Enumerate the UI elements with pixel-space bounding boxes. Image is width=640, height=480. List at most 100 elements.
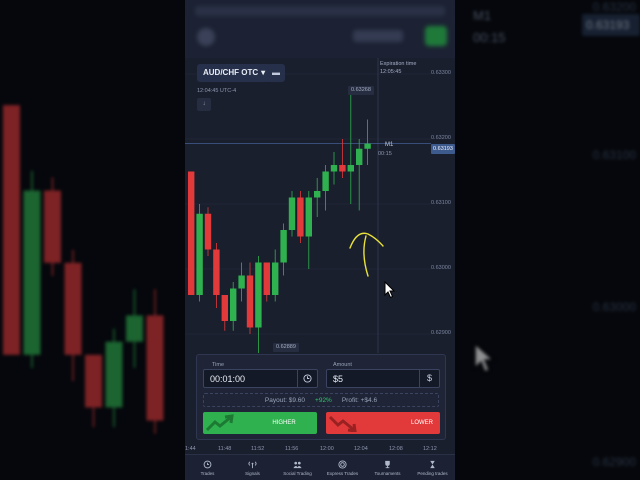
history-icon	[203, 460, 212, 468]
avatar[interactable]	[197, 28, 215, 46]
background-candle-body	[126, 315, 143, 342]
x-tick: 12:04	[354, 446, 368, 452]
candle-body	[322, 171, 329, 191]
nav-label: Trades	[200, 470, 215, 476]
background-candle-body	[105, 341, 123, 408]
candle-body	[238, 275, 245, 289]
candle-body	[221, 295, 228, 321]
hourglass-icon	[430, 460, 435, 468]
payout-text: Payout: $9.60	[264, 396, 306, 404]
nav-label: Express Trades	[326, 470, 359, 476]
x-tick: 11:52	[251, 446, 265, 452]
high-marker: 0.63268	[348, 86, 374, 95]
top-bar	[185, 0, 455, 58]
chevron-down-icon: ▾	[261, 68, 266, 77]
time-input[interactable]: 00:01:00	[203, 369, 318, 388]
profit-text: Profit: +$4.6	[341, 396, 378, 404]
candle-body	[297, 197, 304, 237]
deposit-button[interactable]	[425, 26, 447, 46]
asset-selector[interactable]: AUD/CHF OTC ▾	[197, 64, 272, 82]
candle-body	[272, 262, 279, 295]
candle-body	[204, 213, 212, 250]
background-timeframe: M1	[473, 8, 492, 23]
chart-clock: 12:04:45 UTC-4	[197, 88, 237, 94]
nav-trades[interactable]: Trades	[185, 455, 230, 480]
time-label: Time	[212, 362, 225, 368]
candle-body	[347, 165, 354, 172]
nav-pending-trades[interactable]: Pending trades	[410, 455, 455, 480]
amount-label: Amount	[333, 362, 352, 368]
x-tick: 12:08	[389, 446, 403, 452]
y-tick: 0.62900	[431, 330, 451, 336]
candle-body	[314, 191, 321, 198]
background-candle-body	[85, 354, 102, 408]
mouse-cursor-icon	[384, 281, 396, 299]
trade-panel: Time 00:01:00 Amount $5 $ Payout: $9.60 …	[196, 354, 446, 440]
candle-body	[230, 288, 237, 321]
candle-body	[288, 197, 296, 230]
screen: M1 00:15 0.63193 0.63200 0.63100 0.63000…	[0, 0, 640, 480]
higher-label: HIGHER	[272, 420, 296, 426]
background-y-tick: 0.63200	[592, 0, 636, 14]
candle-body	[356, 148, 363, 165]
bottom-nav: Trades Signals Social Trading Express Tr…	[185, 454, 455, 480]
x-tick: 11:56	[285, 446, 299, 452]
x-tick: 12:12	[423, 446, 437, 452]
background-y-tick: 0.63000	[592, 300, 636, 314]
nav-tournaments[interactable]: Tournaments	[365, 455, 410, 480]
background-current-price: 0.63193	[582, 14, 640, 36]
background-y-tick: 0.63100	[592, 148, 636, 162]
candle-body	[196, 213, 203, 295]
y-tick: 0.63300	[431, 70, 451, 76]
nav-label: Signals	[245, 470, 260, 476]
y-tick: 0.63100	[431, 200, 451, 206]
expiration-time: 12:05:45	[380, 69, 402, 75]
background-candle-body	[146, 315, 164, 421]
current-price-tag: 0.63193	[431, 144, 455, 154]
nav-social-trading[interactable]: Social Trading	[275, 455, 320, 480]
clock-icon[interactable]	[297, 370, 317, 387]
background-candle-body	[64, 262, 82, 355]
candlestick-chart	[185, 58, 431, 353]
expiration-label: Expiration time	[380, 61, 417, 67]
trading-app: AUD/CHF OTC ▾ ▬ 12:04:45 UTC-4 ↓ Expirat…	[185, 0, 455, 480]
target-icon	[338, 459, 347, 469]
y-tick: 0.63000	[431, 265, 451, 271]
candle-body	[339, 165, 346, 172]
dots-icon[interactable]: ▬	[267, 64, 285, 82]
nav-label: Social Trading	[283, 470, 312, 476]
arrow-down-icon[interactable]: ↓	[197, 98, 211, 111]
nav-signals[interactable]: Signals	[230, 455, 275, 480]
dollar-icon[interactable]: $	[419, 370, 439, 387]
x-tick: 12:00	[320, 446, 334, 452]
timeframe-label[interactable]: M1	[385, 142, 393, 148]
candle-body	[263, 262, 270, 295]
signal-icon	[248, 460, 257, 468]
low-marker: 0.62889	[273, 343, 299, 352]
background-candle-body	[44, 190, 61, 263]
candle-body	[255, 262, 262, 328]
x-tick: 1:44	[185, 446, 196, 452]
candle-body	[330, 165, 338, 172]
nav-label: Pending trades	[417, 470, 448, 476]
background-candle-body	[23, 190, 41, 355]
candle-body	[213, 249, 220, 295]
x-tick: 11:48	[218, 446, 232, 452]
amount-input[interactable]: $5 $	[326, 369, 440, 388]
background-timer: 00:15	[473, 30, 506, 45]
candle-body	[305, 197, 312, 237]
higher-button[interactable]: HIGHER	[203, 412, 317, 434]
nav-label: Tournaments	[374, 470, 401, 476]
payout-percent: +92%	[315, 396, 332, 404]
amount-value: $5	[333, 374, 344, 384]
time-value: 00:01:00	[210, 374, 246, 384]
balance[interactable]	[353, 30, 403, 42]
asset-name: AUD/CHF OTC	[203, 68, 259, 77]
payout-row: Payout: $9.60 +92% Profit: +$4.6	[203, 393, 439, 407]
price-chart[interactable]: AUD/CHF OTC ▾ ▬ 12:04:45 UTC-4 ↓ Expirat…	[185, 58, 455, 353]
status-bar	[195, 6, 445, 16]
nav-express-trades[interactable]: Express Trades	[320, 455, 365, 480]
candle-timer: 00:15	[378, 151, 392, 157]
lower-button[interactable]: LOWER	[326, 412, 440, 434]
background-y-tick: 0.62900	[592, 455, 636, 469]
